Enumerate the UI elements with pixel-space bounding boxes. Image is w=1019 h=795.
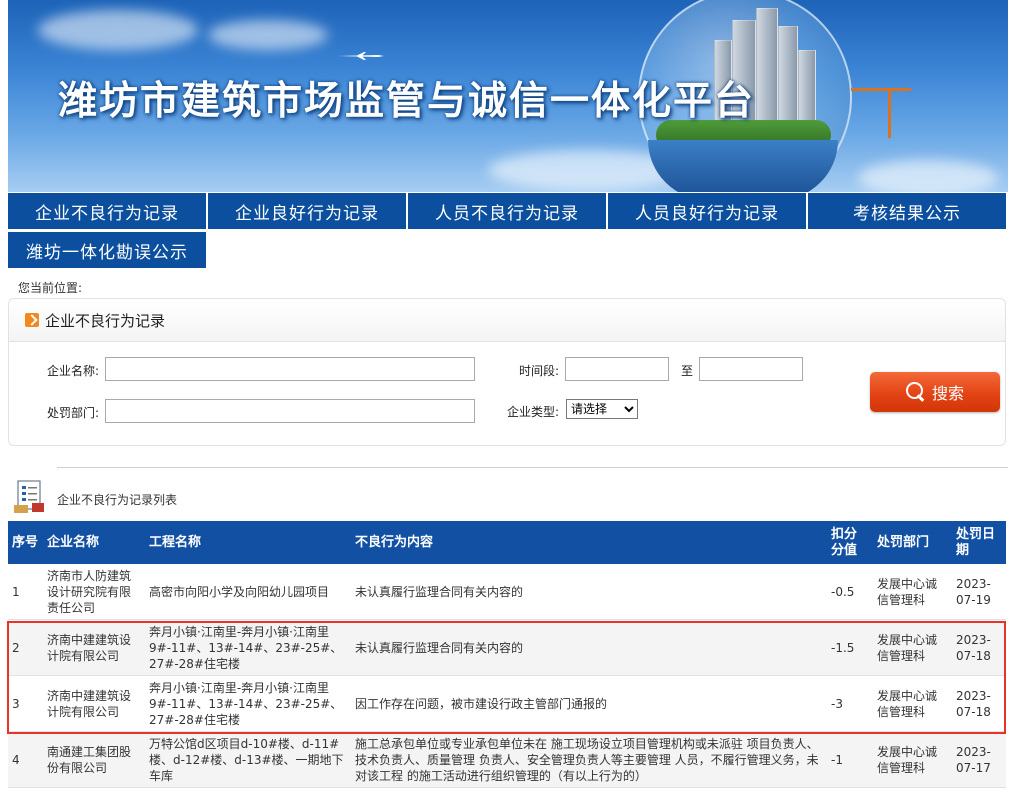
cell-dept: 发展中心诚信管理科 bbox=[873, 619, 952, 676]
cell-no: 4 bbox=[8, 731, 43, 788]
cell-dept: 发展中心诚信管理科 bbox=[873, 675, 952, 732]
start-date-input[interactable] bbox=[565, 357, 669, 381]
cell-no: 2 bbox=[8, 619, 43, 676]
records-table: 序号 企业名称 工程名称 不良行为内容 扣分分值 处罚部门 处罚日期 1 济南市… bbox=[8, 521, 1006, 788]
table-row[interactable]: 3 济南中建建筑设计院有限公司 奔月小镇·江南里-奔月小镇·江南里9#-11#、… bbox=[8, 675, 1006, 732]
cell-dept: 发展中心诚信管理科 bbox=[873, 564, 952, 620]
cell-date: 2023-07-18 bbox=[952, 619, 1006, 676]
cell-project: 万特公馆d区项目d-10#楼、d-11#楼、d-12#楼、d-13#楼、一期地下… bbox=[145, 731, 351, 788]
table-row[interactable]: 1 济南市人防建筑设计研究院有限责任公司 高密市向阳小学及向阳幼儿园项目 未认真… bbox=[8, 564, 1006, 620]
divider bbox=[57, 467, 1008, 468]
search-panel: 企业不良行为记录 企业名称: 处罚部门: 时间段: 至 企业类型: 请选择 搜索 bbox=[8, 298, 1006, 446]
panel-title: 企业不良行为记录 bbox=[45, 312, 166, 330]
cell-date: 2023-07-19 bbox=[952, 564, 1006, 620]
panel-header: 企业不良行为记录 bbox=[9, 299, 1005, 342]
cell-project: 奔月小镇·江南里-奔月小镇·江南里9#-11#、13#-14#、23#-25#、… bbox=[145, 619, 351, 676]
list-title: 企业不良行为记录列表 bbox=[57, 493, 178, 507]
col-header-no: 序号 bbox=[8, 521, 43, 564]
search-icon bbox=[905, 381, 923, 399]
breadcrumb: 您当前位置: bbox=[18, 281, 83, 295]
company-name-input[interactable] bbox=[105, 357, 475, 381]
table-row[interactable]: 2 济南中建建筑设计院有限公司 奔月小镇·江南里-奔月小镇·江南里9#-11#、… bbox=[8, 619, 1006, 676]
header-banner: 潍坊市建筑市场监管与诚信一体化平台 bbox=[8, 0, 1008, 192]
search-button[interactable]: 搜索 bbox=[870, 372, 1000, 412]
tab-person-bad-records[interactable]: 人员不良行为记录 bbox=[408, 193, 606, 229]
dept-label: 处罚部门: bbox=[47, 406, 100, 420]
cell-score: -3 bbox=[827, 675, 873, 732]
airplane-icon bbox=[338, 52, 384, 60]
document-list-icon bbox=[14, 480, 44, 513]
arrow-icon bbox=[25, 313, 39, 327]
cell-score: -0.5 bbox=[827, 564, 873, 620]
cell-project: 高密市向阳小学及向阳幼儿园项目 bbox=[145, 564, 351, 620]
cell-no: 3 bbox=[8, 675, 43, 732]
table-header-row: 序号 企业名称 工程名称 不良行为内容 扣分分值 处罚部门 处罚日期 bbox=[8, 521, 1006, 564]
cell-score: -1 bbox=[827, 731, 873, 788]
tab-enterprise-bad-records[interactable]: 企业不良行为记录 bbox=[8, 193, 206, 229]
col-header-date: 处罚日期 bbox=[952, 521, 1006, 564]
cell-project: 奔月小镇·江南里-奔月小镇·江南里9#-11#、13#-14#、23#-25#、… bbox=[145, 675, 351, 732]
tab-errata-notice[interactable]: 潍坊一体化勘误公示 bbox=[8, 232, 206, 268]
col-header-company: 企业名称 bbox=[43, 521, 145, 564]
col-header-dept: 处罚部门 bbox=[873, 521, 952, 564]
cell-dept: 发展中心诚信管理科 bbox=[873, 731, 952, 788]
end-date-input[interactable] bbox=[699, 357, 803, 381]
company-type-label: 企业类型: bbox=[507, 405, 560, 419]
cell-no: 1 bbox=[8, 564, 43, 620]
cell-content: 未认真履行监理合同有关内容的 bbox=[351, 619, 827, 676]
cell-company: 济南中建建筑设计院有限公司 bbox=[43, 619, 145, 676]
cell-date: 2023-07-17 bbox=[952, 731, 1006, 788]
cell-score: -1.5 bbox=[827, 619, 873, 676]
company-type-select[interactable]: 请选择 bbox=[566, 399, 638, 419]
cell-content: 因工作存在问题，被市建设行政主管部门通报的 bbox=[351, 675, 827, 732]
col-header-project: 工程名称 bbox=[145, 521, 351, 564]
cell-content: 未认真履行监理合同有关内容的 bbox=[351, 564, 827, 620]
col-header-content: 不良行为内容 bbox=[351, 521, 827, 564]
search-button-label: 搜索 bbox=[931, 384, 964, 403]
company-name-label: 企业名称: bbox=[47, 364, 100, 378]
tab-assessment-results[interactable]: 考核结果公示 bbox=[808, 193, 1006, 229]
cell-company: 济南市人防建筑设计研究院有限责任公司 bbox=[43, 564, 145, 620]
cell-date: 2023-07-18 bbox=[952, 675, 1006, 732]
dept-input[interactable] bbox=[105, 399, 475, 423]
table-row[interactable]: 4 南通建工集团股份有限公司 万特公馆d区项目d-10#楼、d-11#楼、d-1… bbox=[8, 731, 1006, 788]
cell-company: 济南中建建筑设计院有限公司 bbox=[43, 675, 145, 732]
col-header-score: 扣分分值 bbox=[827, 521, 873, 564]
period-to-label: 至 bbox=[681, 364, 694, 378]
tab-enterprise-good-records[interactable]: 企业良好行为记录 bbox=[208, 193, 406, 229]
period-label: 时间段: bbox=[519, 364, 560, 378]
cell-company: 南通建工集团股份有限公司 bbox=[43, 731, 145, 788]
site-title: 潍坊市建筑市场监管与诚信一体化平台 bbox=[58, 79, 756, 124]
cell-content: 施工总承包单位或专业承包单位未在 施工现场设立项目管理机构或未派驻 项目负责人、… bbox=[351, 731, 827, 788]
tab-person-good-records[interactable]: 人员良好行为记录 bbox=[608, 193, 806, 229]
